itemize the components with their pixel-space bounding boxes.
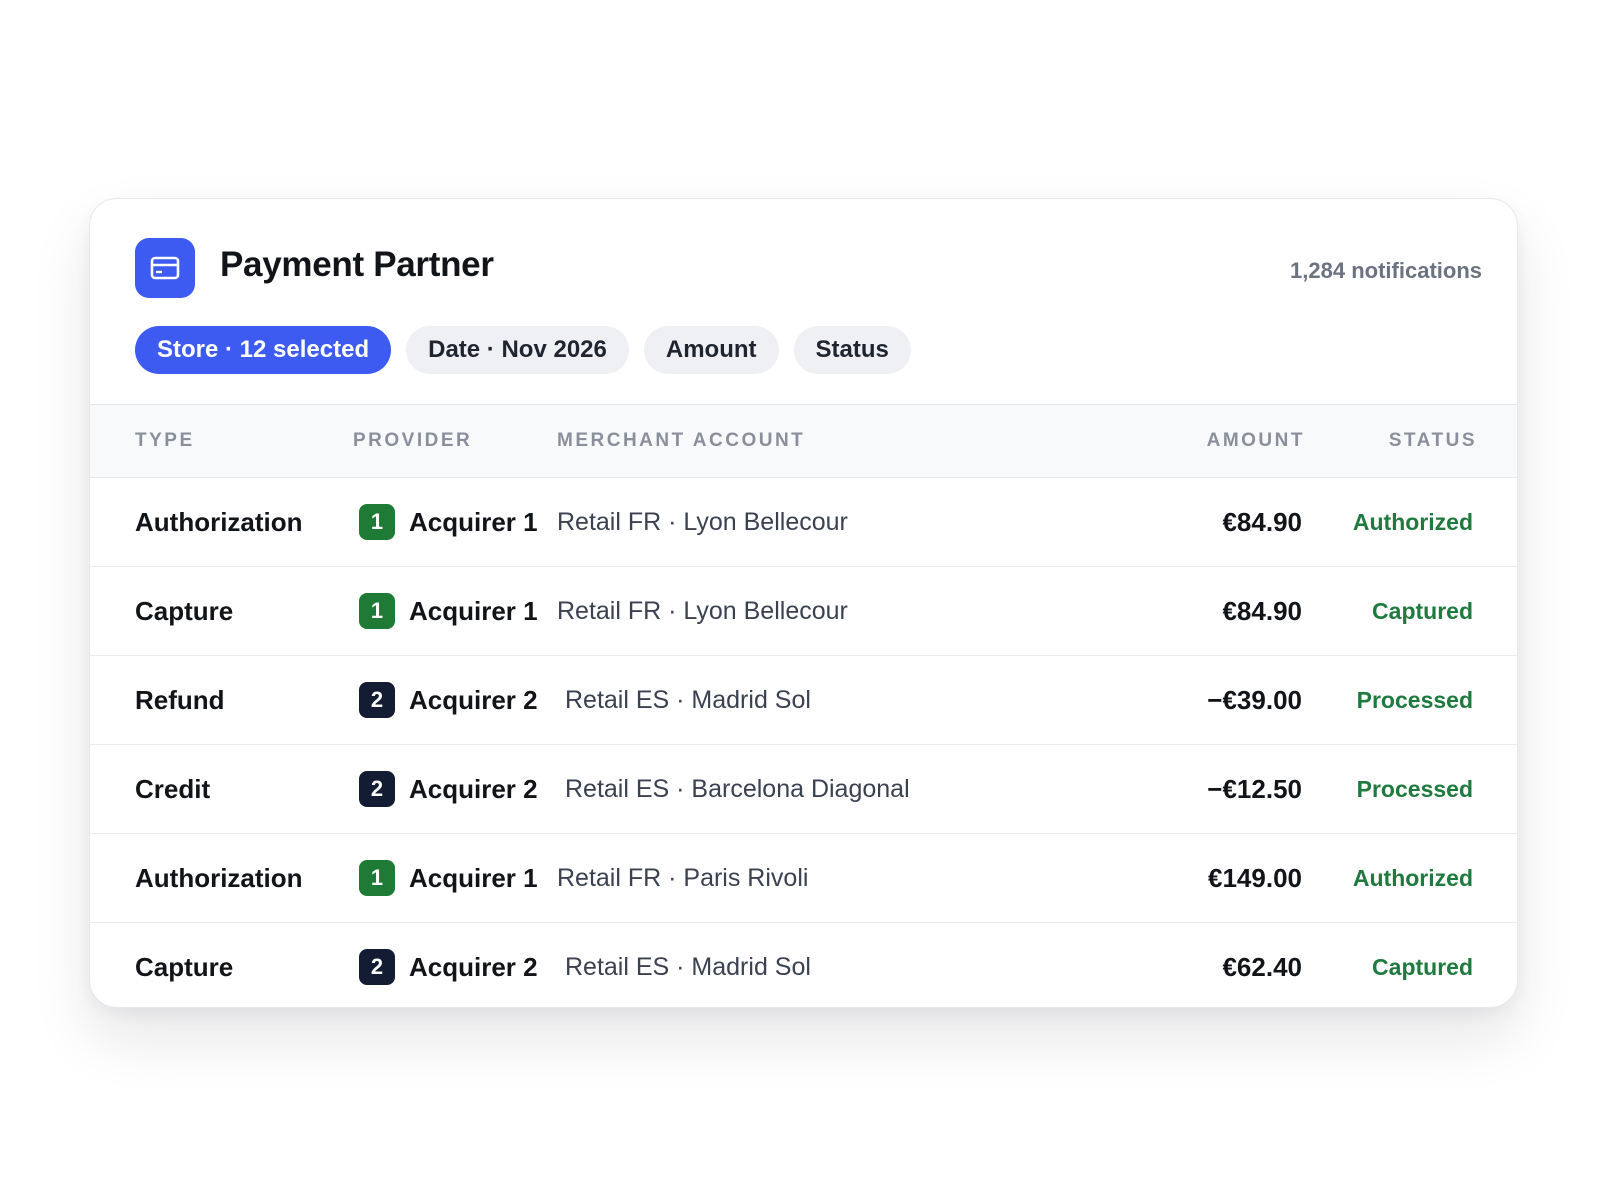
provider-number-badge: 2 [359, 682, 395, 718]
provider-name: Acquirer 2 [409, 684, 538, 715]
filter-chips: Store · 12 selected Date · Nov 2026 Amou… [135, 326, 911, 374]
filter-chip-amount[interactable]: Amount [643, 326, 779, 374]
table-row[interactable]: Refund 2 Acquirer 2 Retail ES · Madrid S… [90, 656, 1517, 745]
row-merchant-account: Retail FR · Lyon Bellecour [557, 507, 848, 536]
provider-name: Acquirer 1 [409, 506, 538, 537]
row-status: Captured [1372, 597, 1473, 624]
row-provider: 1 Acquirer 1 [359, 567, 538, 655]
notification-count: 1,284 notifications [1290, 258, 1482, 283]
column-header-merchant[interactable]: MERCHANT ACCOUNT [557, 405, 805, 477]
provider-number-badge: 1 [359, 504, 395, 540]
row-type: Capture [135, 951, 234, 982]
row-provider: 2 Acquirer 2 [359, 923, 538, 1007]
row-provider: 2 Acquirer 2 [359, 656, 538, 744]
row-status: Captured [1372, 953, 1473, 980]
row-amount: €84.90 [1222, 595, 1302, 626]
row-amount: €62.40 [1222, 951, 1302, 982]
row-status: Authorized [1352, 508, 1473, 535]
payment-partner-card: Payment Partner 1,284 notifications Stor… [89, 198, 1518, 1008]
provider-number-badge: 1 [359, 860, 395, 896]
row-type: Refund [135, 684, 225, 715]
row-amount: −€12.50 [1207, 773, 1302, 804]
table-header: TYPE PROVIDER MERCHANT ACCOUNT AMOUNT ST… [90, 405, 1517, 478]
provider-number-badge: 1 [359, 593, 395, 629]
provider-name: Acquirer 2 [409, 951, 538, 982]
notifications-table: TYPE PROVIDER MERCHANT ACCOUNT AMOUNT ST… [90, 404, 1517, 1007]
table-row[interactable]: Authorization 1 Acquirer 1 Retail FR · L… [90, 478, 1517, 567]
row-type: Authorization [135, 506, 303, 537]
row-status: Authorized [1352, 864, 1473, 891]
filter-chip-store[interactable]: Store · 12 selected [135, 326, 392, 374]
column-header-amount[interactable]: AMOUNT [1207, 405, 1305, 477]
row-merchant-account: Retail ES · Madrid Sol [565, 952, 811, 981]
row-merchant-account: Retail FR · Paris Rivoli [557, 863, 809, 892]
provider-number-badge: 2 [359, 771, 395, 807]
row-status: Processed [1356, 775, 1473, 802]
row-provider: 1 Acquirer 1 [359, 478, 538, 566]
provider-name: Acquirer 2 [409, 773, 538, 804]
row-status: Processed [1356, 686, 1473, 713]
card-header: Payment Partner 1,284 notifications Stor… [90, 199, 1517, 404]
table-row[interactable]: Authorization 1 Acquirer 1 Retail FR · P… [90, 834, 1517, 923]
table-row[interactable]: Capture 1 Acquirer 1 Retail FR · Lyon Be… [90, 567, 1517, 656]
column-header-status[interactable]: STATUS [1389, 405, 1477, 477]
column-header-provider[interactable]: PROVIDER [353, 405, 472, 477]
row-amount: €149.00 [1208, 862, 1302, 893]
row-merchant-account: Retail ES · Barcelona Diagonal [565, 774, 910, 803]
provider-name: Acquirer 1 [409, 595, 538, 626]
row-type: Authorization [135, 862, 303, 893]
provider-number-badge: 2 [359, 949, 395, 985]
row-amount: −€39.00 [1207, 684, 1302, 715]
row-type: Capture [135, 595, 234, 626]
table-row[interactable]: Credit 2 Acquirer 2 Retail ES · Barcelon… [90, 745, 1517, 834]
row-amount: €84.90 [1222, 506, 1302, 537]
row-provider: 1 Acquirer 1 [359, 834, 538, 922]
row-merchant-account: Retail ES · Madrid Sol [565, 685, 811, 714]
column-header-type[interactable]: TYPE [135, 405, 195, 477]
table-row[interactable]: Capture 2 Acquirer 2 Retail ES · Madrid … [90, 923, 1517, 1007]
credit-card-icon [135, 238, 195, 298]
row-type: Credit [135, 773, 211, 804]
page-title: Payment Partner [220, 245, 494, 284]
row-provider: 2 Acquirer 2 [359, 745, 538, 833]
filter-chip-status[interactable]: Status [793, 326, 911, 374]
row-merchant-account: Retail FR · Lyon Bellecour [557, 596, 848, 625]
filter-chip-date[interactable]: Date · Nov 2026 [406, 326, 629, 374]
provider-name: Acquirer 1 [409, 862, 538, 893]
